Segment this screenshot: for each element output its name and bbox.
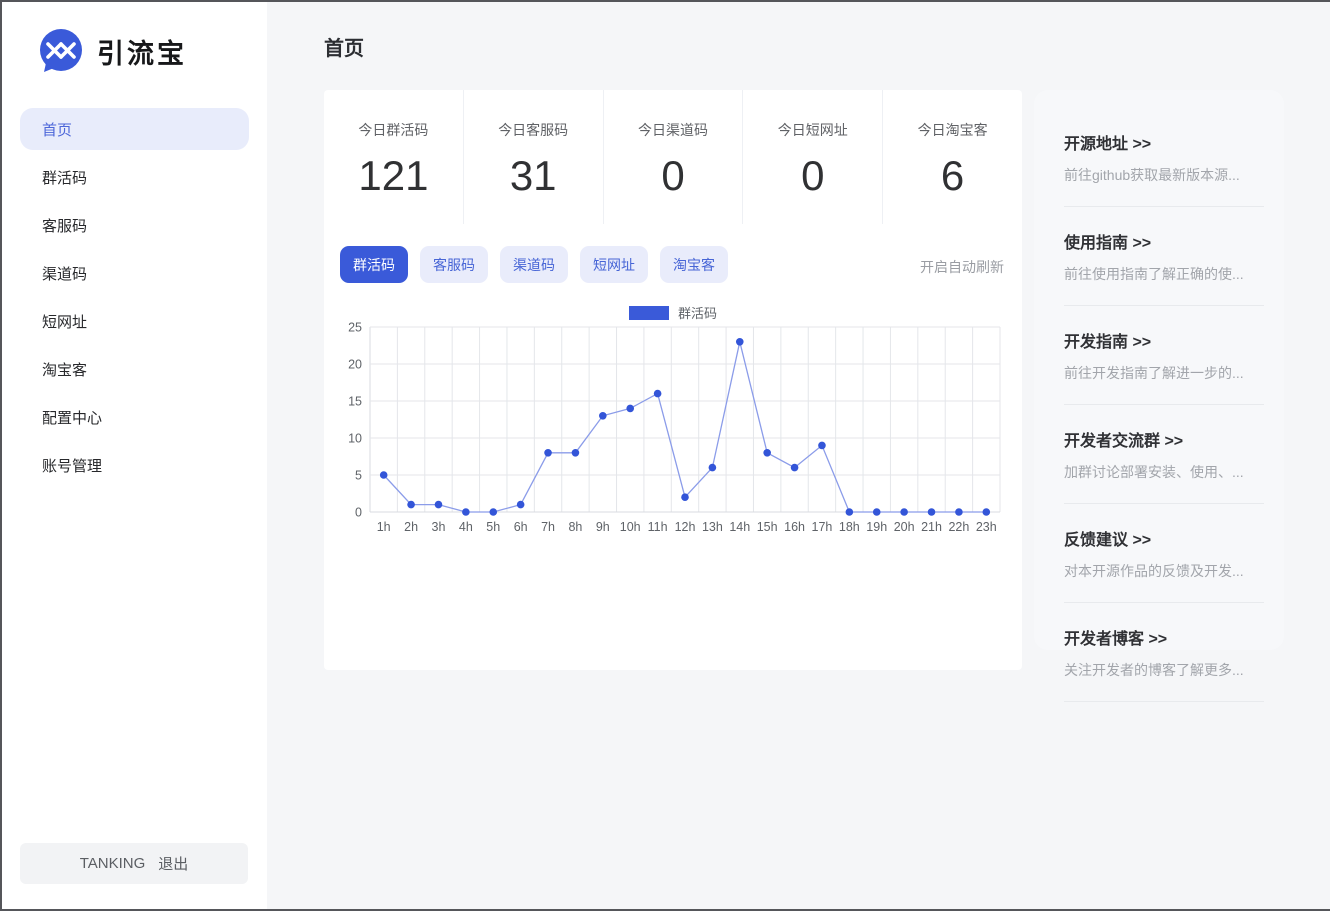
stat-label: 今日短网址 xyxy=(743,120,882,140)
stat-label: 今日客服码 xyxy=(464,120,603,140)
svg-text:17h: 17h xyxy=(812,520,833,534)
legend-swatch xyxy=(629,306,669,320)
stat-taobao-affiliate: 今日淘宝客 6 xyxy=(883,90,1022,224)
link-item-opensource: 开源地址 >> 前往github获取最新版本源... xyxy=(1064,108,1264,207)
link-item-dev-blog: 开发者博客 >> 关注开发者的博客了解更多... xyxy=(1064,603,1264,702)
svg-text:13h: 13h xyxy=(702,520,723,534)
link-desc: 关注开发者的博客了解更多... xyxy=(1064,660,1264,680)
stat-label: 今日淘宝客 xyxy=(883,120,1022,140)
tab-customer-service-code[interactable]: 客服码 xyxy=(420,246,488,283)
link-item-dev-group: 开发者交流群 >> 加群讨论部署安装、使用、... xyxy=(1064,405,1264,504)
svg-text:14h: 14h xyxy=(729,520,750,534)
link-item-user-guide: 使用指南 >> 前往使用指南了解正确的使... xyxy=(1064,207,1264,306)
link-desc: 对本开源作品的反馈及开发... xyxy=(1064,561,1264,581)
svg-text:8h: 8h xyxy=(568,520,582,534)
link-desc: 前往使用指南了解正确的使... xyxy=(1064,264,1264,284)
svg-text:19h: 19h xyxy=(866,520,887,534)
sidebar-item-channel-code[interactable]: 渠道码 xyxy=(20,252,249,294)
stat-value: 6 xyxy=(883,152,1022,200)
sidebar: 引流宝 首页 群活码 客服码 渠道码 短网址 淘宝客 配置中心 账号管理 TAN… xyxy=(2,2,267,909)
svg-text:2h: 2h xyxy=(404,520,418,534)
sidebar-item-group-live-code[interactable]: 群活码 xyxy=(20,156,249,198)
link-item-feedback: 反馈建议 >> 对本开源作品的反馈及开发... xyxy=(1064,504,1264,603)
activity-chart: 0 5 10 15 20 25 1h 2h 3h 4h 5h 6h 7h 8h 9h 10h 11h 12h 13h… xyxy=(334,321,1012,541)
chart-legend[interactable]: 群活码 xyxy=(324,303,1022,322)
stat-short-url: 今日短网址 0 xyxy=(743,90,883,224)
sidebar-item-short-url[interactable]: 短网址 xyxy=(20,300,249,342)
svg-text:25: 25 xyxy=(348,321,362,335)
link-title[interactable]: 开发指南 >> xyxy=(1064,328,1264,352)
app-title: 引流宝 xyxy=(97,32,187,71)
svg-text:7h: 7h xyxy=(541,520,555,534)
svg-text:3h: 3h xyxy=(432,520,446,534)
stat-channel-code: 今日渠道码 0 xyxy=(604,90,744,224)
sidebar-item-customer-service-code[interactable]: 客服码 xyxy=(20,204,249,246)
dashboard-card: 今日群活码 121 今日客服码 31 今日渠道码 0 今日短网址 0 今日淘宝客… xyxy=(324,90,1022,670)
svg-text:6h: 6h xyxy=(514,520,528,534)
svg-text:20h: 20h xyxy=(894,520,915,534)
stat-value: 0 xyxy=(604,152,743,200)
link-desc: 加群讨论部署安装、使用、... xyxy=(1064,462,1264,482)
svg-text:15h: 15h xyxy=(757,520,778,534)
link-title[interactable]: 开发者博客 >> xyxy=(1064,625,1264,649)
sidebar-item-home[interactable]: 首页 xyxy=(20,108,249,150)
svg-text:1h: 1h xyxy=(377,520,391,534)
svg-text:16h: 16h xyxy=(784,520,805,534)
tab-channel-code[interactable]: 渠道码 xyxy=(500,246,568,283)
app-logo-icon xyxy=(38,29,84,73)
svg-text:21h: 21h xyxy=(921,520,942,534)
stat-customer-service-code: 今日客服码 31 xyxy=(464,90,604,224)
sidebar-item-account-management[interactable]: 账号管理 xyxy=(20,444,249,486)
main-area: 首页 今日群活码 121 今日客服码 31 今日渠道码 0 今日短网址 0 今日… xyxy=(267,2,1330,909)
tab-short-url[interactable]: 短网址 xyxy=(580,246,648,283)
stat-group-live-code: 今日群活码 121 xyxy=(324,90,464,224)
svg-text:20: 20 xyxy=(348,358,362,372)
links-panel: 开源地址 >> 前往github获取最新版本源... 使用指南 >> 前往使用指… xyxy=(1034,90,1284,650)
link-desc: 前往开发指南了解进一步的... xyxy=(1064,363,1264,383)
link-title[interactable]: 使用指南 >> xyxy=(1064,229,1264,253)
app-logo: 引流宝 xyxy=(38,29,187,73)
link-desc: 前往github获取最新版本源... xyxy=(1064,165,1264,185)
stat-label: 今日渠道码 xyxy=(604,120,743,140)
auto-refresh-toggle[interactable]: 开启自动刷新 xyxy=(920,257,1004,277)
sidebar-item-config-center[interactable]: 配置中心 xyxy=(20,396,249,438)
svg-text:18h: 18h xyxy=(839,520,860,534)
svg-text:23h: 23h xyxy=(976,520,997,534)
stat-value: 121 xyxy=(324,152,463,200)
chart-svg: 0 5 10 15 20 25 1h 2h 3h 4h 5h 6h 7h 8h 9h 10h 11h 12h 13h… xyxy=(334,321,1012,541)
stat-label: 今日群活码 xyxy=(324,120,463,140)
svg-text:15: 15 xyxy=(348,395,362,409)
svg-text:5: 5 xyxy=(355,469,362,483)
sidebar-item-taobao-affiliate[interactable]: 淘宝客 xyxy=(20,348,249,390)
username-label: TANKING xyxy=(80,855,146,872)
link-title[interactable]: 反馈建议 >> xyxy=(1064,526,1264,550)
app-window: { "app": { "name": "引流宝" }, "sidebar": {… xyxy=(0,0,1330,911)
stats-row: 今日群活码 121 今日客服码 31 今日渠道码 0 今日短网址 0 今日淘宝客… xyxy=(324,90,1022,224)
link-title[interactable]: 开源地址 >> xyxy=(1064,130,1264,154)
tab-taobao-affiliate[interactable]: 淘宝客 xyxy=(660,246,728,283)
tab-group-live-code[interactable]: 群活码 xyxy=(340,246,408,283)
logout-label: 退出 xyxy=(158,853,188,874)
svg-text:9h: 9h xyxy=(596,520,610,534)
svg-text:4h: 4h xyxy=(459,520,473,534)
link-item-dev-guide: 开发指南 >> 前往开发指南了解进一步的... xyxy=(1064,306,1264,405)
svg-text:11h: 11h xyxy=(648,520,668,534)
link-title[interactable]: 开发者交流群 >> xyxy=(1064,427,1264,451)
sidebar-menu: 首页 群活码 客服码 渠道码 短网址 淘宝客 配置中心 账号管理 xyxy=(20,108,249,492)
legend-label: 群活码 xyxy=(678,303,717,322)
stat-value: 31 xyxy=(464,152,603,200)
svg-text:10h: 10h xyxy=(620,520,641,534)
logout-button[interactable]: TANKING 退出 xyxy=(20,843,248,884)
svg-text:10: 10 xyxy=(348,432,362,446)
chart-tabs: 群活码 客服码 渠道码 短网址 淘宝客 xyxy=(340,246,728,283)
stat-value: 0 xyxy=(743,152,882,200)
svg-text:0: 0 xyxy=(355,506,362,520)
page-title: 首页 xyxy=(324,32,364,61)
svg-text:5h: 5h xyxy=(486,520,500,534)
svg-text:12h: 12h xyxy=(675,520,696,534)
svg-text:22h: 22h xyxy=(948,520,969,534)
